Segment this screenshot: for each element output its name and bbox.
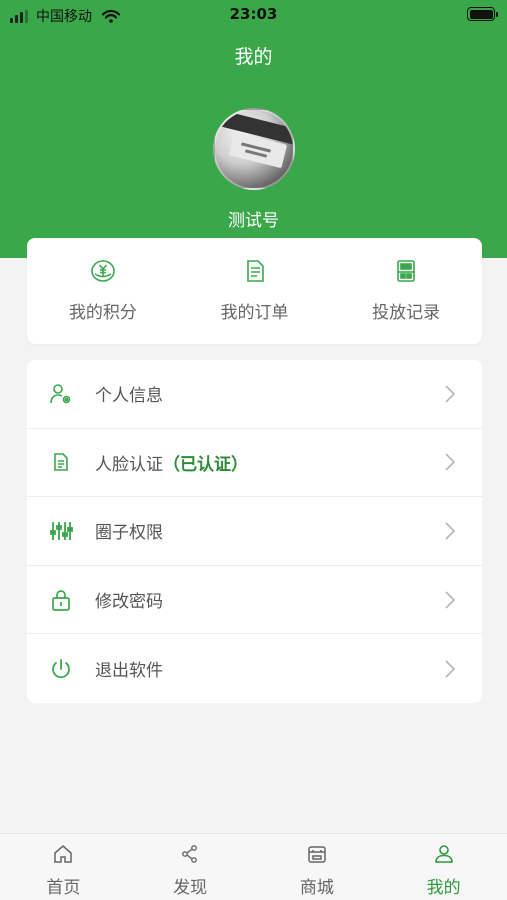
chevron-right-icon (445, 591, 456, 609)
chevron-right-icon (445, 385, 456, 403)
menu-item-logout[interactable]: 退出软件 (27, 634, 482, 703)
store-icon (308, 846, 326, 863)
coin-yen-icon (91, 260, 115, 282)
menu-item-change-password[interactable]: 修改密码 (27, 566, 482, 635)
bottom-tab-bar: 首页 发现 商城 我的 (0, 833, 507, 900)
bin-record-icon (397, 260, 415, 282)
quick-action-label: 我的订单 (220, 303, 289, 323)
quick-action-records[interactable]: 投放记录 (330, 238, 482, 344)
document-icon (246, 260, 264, 282)
user-icon (434, 845, 453, 863)
file-icon (54, 453, 68, 472)
tab-label: 商城 (299, 878, 334, 898)
quick-action-orders[interactable]: 我的订单 (179, 238, 331, 344)
power-icon (52, 658, 70, 678)
tab-mine[interactable]: 我的 (380, 834, 507, 900)
chevron-right-icon (445, 522, 456, 540)
home-icon (54, 845, 73, 863)
tab-label: 首页 (46, 878, 81, 898)
menu-item-label: 圈子权限 (95, 523, 163, 544)
chevron-right-icon (445, 660, 456, 678)
menu-item-circle-permissions[interactable]: 圈子权限 (27, 497, 482, 566)
menu-item-label: 修改密码 (95, 592, 163, 613)
page-title: 我的 (234, 46, 273, 68)
tab-home[interactable]: 首页 (0, 834, 127, 900)
quick-actions-card: 我的积分 我的订单 投放记录 (27, 238, 482, 344)
tab-discover[interactable]: 发现 (127, 834, 254, 900)
menu-item-personal-info[interactable]: 个人信息 (27, 360, 482, 429)
tab-label: 我的 (426, 878, 461, 898)
status-bar: 中国移动 23:03 (0, 0, 507, 30)
verified-badge: （已认证） (163, 454, 248, 475)
username: 测试号 (228, 211, 279, 231)
settings-menu: 个人信息 人脸认证（已认证） 圈子权限 修改密码 退出软件 (27, 360, 482, 703)
quick-action-label: 我的积分 (68, 303, 137, 323)
lock-icon (52, 589, 70, 611)
menu-item-face-verification[interactable]: 人脸认证（已认证） (27, 429, 482, 498)
quick-action-label: 投放记录 (372, 303, 441, 323)
tab-store[interactable]: 商城 (254, 834, 381, 900)
menu-item-label: 人脸认证（已认证） (95, 454, 248, 475)
quick-action-points[interactable]: 我的积分 (27, 238, 179, 344)
chevron-right-icon (445, 453, 456, 471)
share-icon (182, 845, 198, 863)
user-settings-icon (50, 383, 71, 404)
sliders-icon (50, 521, 73, 540)
status-time: 23:03 (229, 5, 278, 23)
avatar[interactable] (213, 108, 295, 190)
battery-icon (467, 7, 498, 21)
tab-label: 发现 (173, 878, 208, 898)
menu-item-label: 个人信息 (95, 386, 163, 407)
menu-item-label: 退出软件 (95, 661, 163, 682)
